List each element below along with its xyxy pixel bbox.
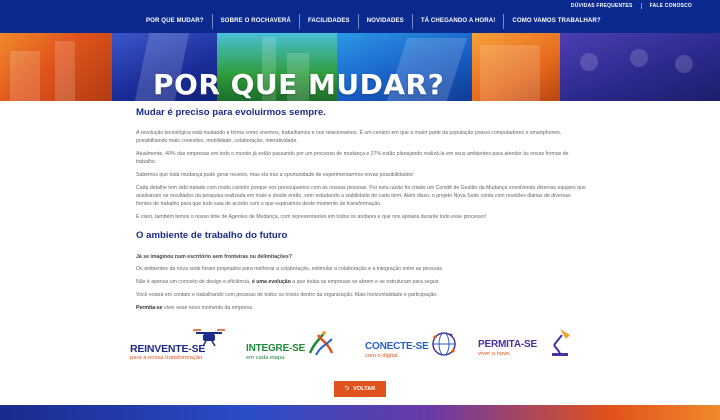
nav-item-por-que-mudar[interactable]: POR QUE MUDAR? xyxy=(138,14,212,29)
question-text: Já se imaginou num escritório sem fronte… xyxy=(136,254,292,260)
conceito-text: Não é apenas um conceito de design e efi… xyxy=(136,279,252,285)
hero-photo-glass-building xyxy=(472,33,560,101)
hands-icon xyxy=(308,331,334,356)
logo-permita-tagline: viver o novo. xyxy=(478,351,511,357)
logo-integre-tagline: em cada etapa. xyxy=(246,355,286,361)
hero-title: POR QUE MUDAR? xyxy=(153,68,445,101)
logo-conecte-word: CONECTE-SE xyxy=(365,341,429,352)
utility-links: DÚVIDAS FREQUENTES FALE CONOSCO xyxy=(563,3,700,9)
logo-reinvente-word: REINVENTE-SE xyxy=(130,343,206,355)
logo-conecte-tagline: com o digital. xyxy=(365,353,400,359)
logo-reinvente-tagline: para a nossa transformação. xyxy=(130,355,204,361)
desk-lamp-icon xyxy=(552,329,570,356)
paragraph-comite: Cada detalhe tem sido tratado com muito … xyxy=(136,185,586,207)
paragraph-permita: Permita-se viver esse novo momento da em… xyxy=(136,304,586,312)
main-menu: POR QUE MUDAR? SOBRE O ROCHAVERÁ FACILID… xyxy=(138,14,609,29)
section-heading-mudar: Mudar é preciso para evoluirmos sempre. xyxy=(136,107,326,118)
hero-banner: POR QUE MUDAR? xyxy=(0,33,720,101)
back-button-label: VOLTAR xyxy=(353,386,376,392)
globe-network-icon xyxy=(432,332,456,356)
logo-permita-word: PERMITA-SE xyxy=(478,339,537,350)
permita-text: viver esse novo momento da empresa. xyxy=(162,305,254,311)
permita-emphasis: Permita-se xyxy=(136,305,163,311)
contact-link[interactable]: FALE CONOSCO xyxy=(640,3,700,9)
evolucao-emphasis: é uma evolução xyxy=(251,279,291,285)
hero-photo-city xyxy=(0,33,112,101)
section-heading-ambiente: O ambiente de trabalho do futuro xyxy=(136,230,288,241)
main-content: Mudar é preciso para evoluirmos sempre. … xyxy=(136,107,586,312)
paragraph-atualmente: Atualmente, 40% das empresas em todo o m… xyxy=(136,151,569,165)
back-button[interactable]: ⮌ VOLTAR xyxy=(334,381,386,397)
logo-integre-se: INTEGRE-SE em cada etapa. xyxy=(246,327,346,365)
paragraph-contato: Você estará em contato e trabalhando com… xyxy=(136,292,438,298)
campaign-logos: REINVENTE-SE para a nossa transformação.… xyxy=(130,327,590,365)
logo-permita-se: PERMITA-SE viver o novo. xyxy=(478,327,588,365)
logo-reinvente-se: REINVENTE-SE para a nossa transformação. xyxy=(130,327,242,365)
paragraph-revolucao: A revolução tecnológica está mudando a f… xyxy=(136,130,562,144)
top-navigation-bar: DÚVIDAS FREQUENTES FALE CONOSCO POR QUE … xyxy=(0,0,720,33)
nav-item-novidades[interactable]: NOVIDADES xyxy=(357,14,412,29)
footer-gradient-bar xyxy=(0,405,720,420)
conceito-text-end: a que todas as empresas se abrem e se es… xyxy=(290,279,440,285)
logo-conecte-se: CONECTE-SE com o digital. xyxy=(365,327,475,365)
paragraph-receios: Sabemos que toda mudança pode gerar rece… xyxy=(136,172,414,178)
nav-item-facilidades[interactable]: FACILIDADES xyxy=(298,14,358,29)
paragraph-agentes: E claro, também temos o nosso time de Ag… xyxy=(136,214,487,220)
paragraph-conceito: Não é apenas um conceito de design e efi… xyxy=(136,278,586,286)
nav-item-como-vamos-trabalhar[interactable]: COMO VAMOS TRABALHAR? xyxy=(503,14,608,29)
hero-photo-people xyxy=(560,33,720,101)
faq-link[interactable]: DÚVIDAS FREQUENTES xyxy=(563,3,641,9)
nav-item-ta-chegando[interactable]: TÁ CHEGANDO A HORA! xyxy=(411,14,504,29)
paragraph-ambientes: Os ambientes da nova sede foram projetad… xyxy=(136,266,444,272)
nav-item-sobre-rochavera[interactable]: SOBRE O ROCHAVERÁ xyxy=(211,14,299,29)
back-arrow-icon: ⮌ xyxy=(344,386,350,392)
logo-integre-word: INTEGRE-SE xyxy=(246,343,306,354)
